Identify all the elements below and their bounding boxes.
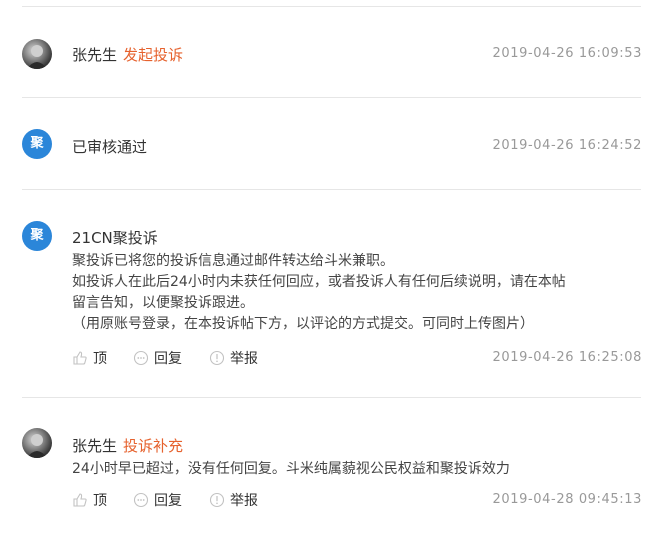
action-label: 发起投诉	[123, 46, 184, 64]
reply-button[interactable]: 回复	[133, 348, 182, 368]
comment-line: 如投诉人在此后24小时内未获任何回应，或者投诉人有任何后续说明，请在本帖	[72, 274, 566, 290]
author-line: 张先生 投诉补充	[72, 435, 183, 456]
thumbs-up-icon	[72, 492, 88, 508]
platform-avatar: 聚	[22, 221, 52, 251]
like-label: 顶	[93, 351, 107, 367]
reply-label: 回复	[154, 351, 182, 367]
timestamp: 2019-04-26 16:09:53	[492, 46, 642, 61]
user-avatar[interactable]	[22, 39, 52, 69]
thumbs-up-icon	[72, 350, 88, 366]
divider	[22, 6, 641, 7]
comment-body: 24小时早已超过，没有任何回复。斗米纯属藐视公民权益和聚投诉效力	[72, 459, 643, 480]
report-label: 举报	[230, 351, 258, 367]
timestamp: 2019-04-26 16:24:52	[492, 138, 642, 153]
reply-bubble-icon	[133, 492, 149, 508]
status-text: 已审核通过	[72, 138, 148, 156]
report-alert-icon	[209, 492, 225, 508]
report-alert-icon	[209, 350, 225, 366]
timestamp: 2019-04-26 16:25:08	[492, 350, 642, 365]
author-line: 张先生 发起投诉	[72, 44, 183, 65]
timestamp: 2019-04-28 09:45:13	[492, 492, 642, 507]
divider	[22, 189, 641, 190]
user-avatar[interactable]	[22, 428, 52, 458]
report-label: 举报	[230, 493, 258, 509]
divider	[22, 97, 641, 98]
like-button[interactable]: 顶	[72, 348, 107, 368]
report-button[interactable]: 举报	[209, 348, 258, 368]
divider	[22, 397, 641, 398]
author-name[interactable]: 张先生	[72, 437, 117, 455]
comment-body: 聚投诉已将您的投诉信息通过邮件转达给斗米兼职。 如投诉人在此后24小时内未获任何…	[72, 251, 643, 335]
comment-line: 24小时早已超过，没有任何回复。斗米纯属藐视公民权益和聚投诉效力	[72, 461, 510, 477]
like-label: 顶	[93, 493, 107, 509]
author-name: 21CN聚投诉	[72, 229, 158, 247]
comment-line: 聚投诉已将您的投诉信息通过邮件转达给斗米兼职。	[72, 253, 394, 269]
reply-bubble-icon	[133, 350, 149, 366]
reply-button[interactable]: 回复	[133, 490, 182, 510]
action-label: 投诉补充	[123, 437, 184, 455]
comment-line: （用原账号登录，在本投诉帖下方，以评论的方式提交。可同时上传图片）	[72, 316, 534, 332]
platform-avatar: 聚	[22, 129, 52, 159]
report-button[interactable]: 举报	[209, 490, 258, 510]
author-name[interactable]: 张先生	[72, 46, 117, 64]
comment-line: 留言告知，以便聚投诉跟进。	[72, 295, 254, 311]
like-button[interactable]: 顶	[72, 490, 107, 510]
reply-label: 回复	[154, 493, 182, 509]
